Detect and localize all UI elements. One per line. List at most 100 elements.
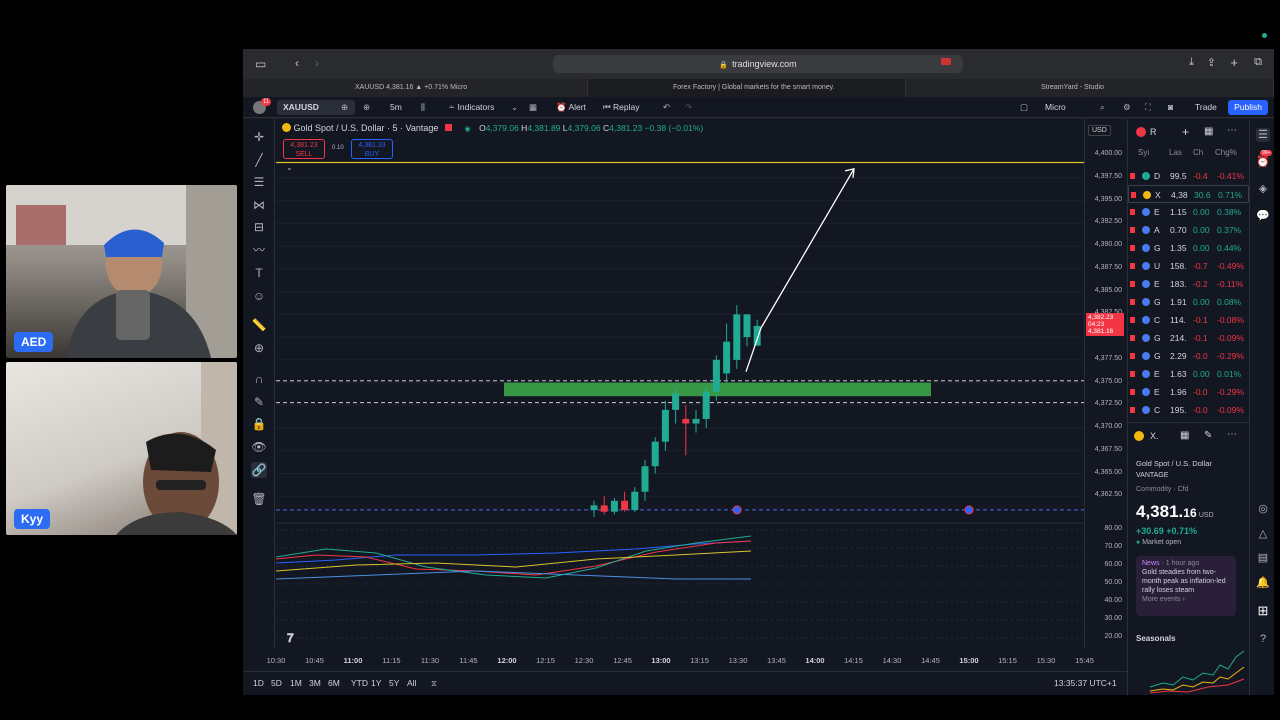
fib-icon[interactable]: ☰ (251, 174, 267, 190)
candles-icon[interactable]: ⫼ (421, 97, 425, 118)
forward-icon[interactable]: › (315, 56, 319, 70)
watchlist-row[interactable]: E 1.63 0.00 0.01% (1128, 365, 1249, 383)
target-icon[interactable]: ◎ (1256, 502, 1270, 516)
flag-icon[interactable] (1130, 389, 1135, 395)
flag-icon[interactable] (1130, 173, 1135, 179)
range-3m[interactable]: 3M (309, 678, 321, 688)
time-axis[interactable]: 10:30 10:45 11:00 11:15 11:30 11:45 12:00 12:15… (267, 649, 1126, 671)
projection-icon[interactable]: ⊟ (251, 219, 267, 235)
apps-icon[interactable]: ⊞ (1256, 604, 1270, 618)
compare-icon[interactable]: ⊕ (341, 97, 348, 118)
col-symbol[interactable]: Syı (1138, 148, 1150, 157)
tab-streamyard[interactable]: StreamYard - Studio (906, 79, 1274, 97)
indicators-button[interactable]: ⩪ Indicators (448, 97, 494, 118)
flag-icon[interactable] (1130, 209, 1135, 215)
layers-icon[interactable]: ◈ (1256, 182, 1270, 196)
watchlist-row[interactable]: G 214. -0.1 -0.09% (1128, 329, 1249, 347)
details-layout-icon[interactable]: ▦ (1180, 430, 1189, 441)
ruler-icon[interactable]: 📏 (251, 317, 267, 333)
tab-tradingview[interactable]: XAUUSD 4,381.16 ▲ +0.71% Micro (243, 79, 588, 97)
flag-icon[interactable] (1130, 335, 1135, 341)
alerts-icon[interactable]: ⏰ (1256, 155, 1270, 169)
link-icon[interactable]: 🔗 (251, 462, 267, 478)
trash-icon[interactable]: 🗑 (251, 491, 267, 507)
eye-icon[interactable]: 👁 (251, 439, 267, 455)
flag-icon[interactable] (1130, 299, 1135, 305)
camera-icon[interactable]: ◙ (1168, 97, 1173, 118)
range-all[interactable]: All (407, 678, 416, 688)
download-icon[interactable]: ⤓ (1189, 56, 1194, 69)
redo-icon[interactable]: ↷ (685, 97, 692, 118)
interval-button[interactable]: 5m (390, 97, 402, 118)
flag-icon[interactable] (1130, 317, 1135, 323)
new-tab-icon[interactable]: + (1230, 55, 1238, 70)
back-icon[interactable]: ‹ (295, 56, 299, 70)
add-symbol-icon[interactable]: + (1182, 125, 1189, 139)
watchlist-layout-icon[interactable]: ▦ (1204, 126, 1213, 137)
tab-forexfactory[interactable]: Forex Factory | Global markets for the s… (588, 79, 906, 97)
help-icon[interactable]: ? (1256, 632, 1270, 646)
trendline-icon[interactable]: ╱ (251, 152, 267, 168)
flag-icon[interactable] (1130, 245, 1135, 251)
price-plot[interactable]: Gold Spot / U.S. Dollar · 5 · Vantage ◉ … (275, 119, 1084, 649)
seasonals-title[interactable]: Seasonals (1136, 634, 1176, 643)
magnet-icon[interactable]: ∩ (251, 371, 267, 387)
crosshair-icon[interactable]: ✛ (251, 129, 267, 145)
text-icon[interactable]: T (251, 265, 267, 281)
dropdown-icon[interactable]: ⌄ (511, 97, 518, 118)
watchlist-row[interactable]: C 114. -0.1 -0.08% (1128, 311, 1249, 329)
news-card[interactable]: News · 1 hour ago Gold steadies from two… (1136, 556, 1236, 616)
flag-icon[interactable] (444, 124, 452, 131)
watchlist-more-icon[interactable]: ⋯ (1227, 125, 1237, 136)
chat-icon[interactable]: 💬 (1256, 209, 1270, 223)
watchlist-row[interactable]: C 195. -0.0 -0.09% (1128, 401, 1249, 419)
watchlist-row[interactable]: G 1.91 0.00 0.08% (1128, 293, 1249, 311)
date-range-icon[interactable]: ⧖ (431, 678, 437, 689)
range-5d[interactable]: 5D (271, 678, 282, 688)
fullscreen-icon[interactable]: ⛶ (1145, 97, 1151, 118)
watchlist-row[interactable]: E 1.15 0.00 0.38% (1128, 203, 1249, 221)
lock-drawing-icon[interactable]: ✎ (251, 394, 267, 410)
flag-icon[interactable] (1130, 371, 1135, 377)
flag-icon[interactable] (1130, 263, 1135, 269)
watchlist-row[interactable]: G 2.29 -0.0 -0.29% (1128, 347, 1249, 365)
watchlist-row[interactable]: D 99.5 -0.4 -0.41% (1128, 167, 1249, 185)
layout-icon[interactable]: ▢ (1020, 97, 1028, 118)
micro-layout-button[interactable]: Micro (1045, 97, 1066, 118)
sidebar-toggle-icon[interactable]: ▭ (255, 57, 266, 71)
watchlist-row[interactable]: E 1.96 -0.0 -0.29% (1128, 383, 1249, 401)
watchlist-row[interactable]: U 158. -0.7 -0.49% (1128, 257, 1249, 275)
watchlist-row[interactable]: G 1.35 0.00 0.44% (1128, 239, 1249, 257)
publish-button[interactable]: Publish (1228, 100, 1268, 115)
buy-button[interactable]: 4,381.33 BUY (351, 139, 393, 159)
pattern-icon[interactable]: ⋈ (251, 197, 267, 213)
address-bar[interactable]: 🔒 tradingview.com (553, 55, 963, 73)
add-symbol-icon[interactable]: ⊕ (363, 97, 370, 118)
price-axis[interactable]: USD 4,400.00 4,397.50 4,395.00 4,392.50 4,39… (1084, 119, 1126, 649)
range-ytd[interactable]: YTD (351, 678, 368, 688)
lock-icon[interactable]: 🔒 (251, 416, 267, 432)
flag-icon[interactable] (1130, 227, 1135, 233)
pattern-icon[interactable]: △ (1256, 527, 1270, 541)
details-symbol[interactable]: X. (1150, 431, 1159, 441)
range-1m[interactable]: 1M (290, 678, 302, 688)
notifications-icon[interactable]: 🔔 (1256, 576, 1270, 590)
range-5y[interactable]: 5Y (389, 678, 399, 688)
alert-button[interactable]: ⏰ Alert (556, 97, 586, 118)
range-1y[interactable]: 1Y (371, 678, 381, 688)
share-icon[interactable]: ⇪ (1207, 56, 1216, 69)
tab-overview-icon[interactable]: ⧉ (1254, 56, 1262, 69)
quick-search-icon[interactable]: ⌕ (1100, 97, 1105, 118)
emoji-icon[interactable]: ☺ (251, 288, 267, 304)
watchlist-row[interactable]: X 4,38 30.6 0.71% (1128, 185, 1249, 203)
flag-icon[interactable] (1130, 353, 1135, 359)
col-last[interactable]: Las (1169, 148, 1182, 157)
details-more-icon[interactable]: ⋯ (1227, 429, 1237, 440)
range-1d[interactable]: 1D (253, 678, 264, 688)
calendar-icon[interactable]: ▤ (1256, 551, 1270, 565)
flag-icon[interactable] (1130, 281, 1135, 287)
details-edit-icon[interactable]: ✎ (1204, 430, 1212, 441)
trade-button[interactable]: Trade (1195, 97, 1217, 118)
watchlist-title[interactable]: R (1150, 127, 1157, 137)
templates-icon[interactable]: ▦ (529, 97, 537, 118)
